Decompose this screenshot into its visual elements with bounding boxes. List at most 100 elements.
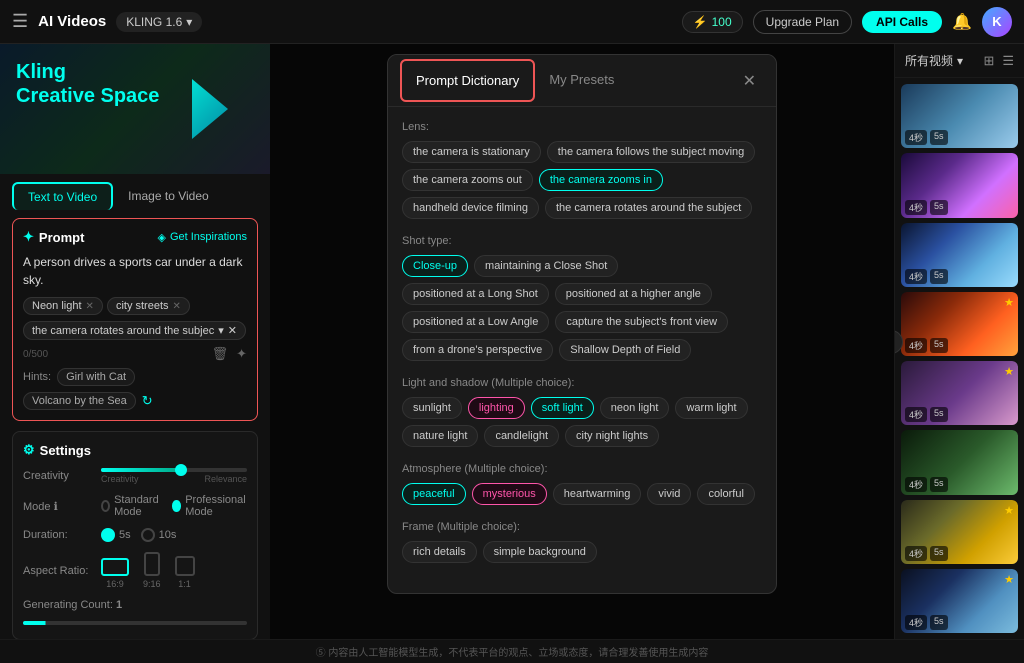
model-selector[interactable]: KLING 1.6 ▾	[116, 12, 202, 32]
dict-tag[interactable]: colorful	[697, 483, 754, 505]
avatar[interactable]: K	[982, 7, 1012, 37]
hints-label: Hints:	[23, 371, 51, 383]
dict-tag[interactable]: Shallow Depth of Field	[559, 339, 691, 361]
gen-count-slider[interactable]	[23, 621, 247, 625]
chevron-icon: ▾	[218, 324, 224, 337]
lens-tags: the camera is stationary the camera foll…	[402, 141, 762, 219]
tag-remove-icon[interactable]: ✕	[173, 301, 181, 312]
prompt-text[interactable]: A person drives a sports car under a dar…	[23, 253, 247, 289]
aspect-16-9[interactable]: 16:9	[101, 558, 129, 589]
magic-prompt-icon[interactable]: ✦	[236, 346, 247, 362]
video-thumb-6[interactable]: 4秒 5s	[901, 430, 1018, 494]
dict-tag-selected[interactable]: soft light	[531, 397, 594, 419]
mode-info-icon[interactable]: ℹ	[54, 501, 58, 513]
tag-city-streets[interactable]: city streets ✕	[107, 297, 190, 315]
dict-tag[interactable]: positioned at a Long Shot	[402, 283, 549, 305]
modal-tab-presets[interactable]: My Presets	[535, 60, 628, 101]
tag-neon-light[interactable]: Neon light ✕	[23, 297, 103, 315]
aspect-9-16[interactable]: 9:16	[143, 552, 161, 589]
left-panel: Kling Creative Space Text to Video Image…	[0, 44, 270, 639]
modal-tab-prompt-dict[interactable]: Prompt Dictionary	[400, 59, 535, 102]
dict-tag[interactable]: the camera rotates around the subject	[545, 197, 752, 219]
video-thumb-1[interactable]: 4秒 5s	[901, 84, 1018, 148]
dict-section-shot-type: Shot type: Close-up maintaining a Close …	[402, 235, 762, 361]
prompt-label-text: Prompt	[39, 230, 85, 245]
dict-section-light: Light and shadow (Multiple choice): sunl…	[402, 377, 762, 447]
aspect-label: Aspect Ratio:	[23, 565, 93, 577]
radio-dot-professional	[172, 500, 182, 512]
dict-tag[interactable]: neon light	[600, 397, 670, 419]
upgrade-button[interactable]: Upgrade Plan	[753, 10, 852, 34]
tag-remove-icon[interactable]: ✕	[228, 324, 237, 337]
notification-bell-icon[interactable]: 🔔	[952, 12, 972, 32]
video-thumb-7[interactable]: 4秒 5s ★	[901, 500, 1018, 564]
dict-tag[interactable]: heartwarming	[553, 483, 642, 505]
dict-tag[interactable]: sunlight	[402, 397, 462, 419]
clear-prompt-icon[interactable]: 🗑	[212, 346, 229, 362]
dict-tag[interactable]: rich details	[402, 541, 477, 563]
video-thumb-4[interactable]: 4秒 5s ★	[901, 292, 1018, 356]
tag-remove-icon[interactable]: ✕	[86, 301, 94, 312]
hero-banner: Kling Creative Space	[0, 44, 270, 174]
creativity-slider[interactable]	[101, 468, 247, 472]
dict-tag[interactable]: vivid	[647, 483, 691, 505]
coins-display: ⚡ 100	[682, 11, 743, 33]
dict-tag-selected[interactable]: the camera zooms in	[539, 169, 663, 191]
modal-tabs: Prompt Dictionary My Presets ✕	[388, 55, 776, 107]
radio-professional-mode[interactable]: Professional Mode	[172, 494, 249, 518]
tab-image-to-video[interactable]: Image to Video	[113, 182, 224, 210]
frame-tags: rich details simple background	[402, 541, 762, 563]
video-thumb-8[interactable]: 4秒 5s ★	[901, 569, 1018, 633]
video-thumb-5[interactable]: 4秒 5s ★	[901, 361, 1018, 425]
dict-tag[interactable]: capture the subject's front view	[555, 311, 728, 333]
modal-body: Lens: the camera is stationary the camer…	[388, 107, 776, 593]
dict-tag-selected[interactable]: peaceful	[402, 483, 466, 505]
dict-tag[interactable]: city night lights	[565, 425, 659, 447]
dict-tag[interactable]: positioned at a Low Angle	[402, 311, 549, 333]
dict-tag[interactable]: the camera zooms out	[402, 169, 533, 191]
dict-tag[interactable]: nature light	[402, 425, 478, 447]
dict-tag[interactable]: the camera follows the subject moving	[547, 141, 755, 163]
char-count-row: 0/500 🗑 ✦	[23, 346, 247, 362]
dict-tag-selected[interactable]: Close-up	[402, 255, 468, 277]
radio-dot-standard	[101, 500, 110, 512]
dict-tag[interactable]: the camera is stationary	[402, 141, 541, 163]
dict-tag[interactable]: from a drone's perspective	[402, 339, 553, 361]
right-header-icons: ⊞ ☰	[983, 53, 1014, 69]
video-thumb-2[interactable]: 4秒 5s	[901, 153, 1018, 217]
hint-chip-1[interactable]: Girl with Cat	[57, 368, 135, 386]
menu-icon[interactable]: ☰	[12, 11, 28, 32]
modal-close-button[interactable]: ✕	[735, 63, 764, 99]
dict-tag-selected[interactable]: lighting	[468, 397, 525, 419]
api-calls-button[interactable]: API Calls	[862, 11, 942, 33]
dict-tag[interactable]: positioned at a higher angle	[555, 283, 712, 305]
dict-tag[interactable]: maintaining a Close Shot	[474, 255, 618, 277]
all-videos-label[interactable]: 所有视频 ▾	[905, 52, 963, 69]
center-area: Prompt Dictionary My Presets ✕ Lens: the…	[270, 44, 894, 639]
atmosphere-tags: peaceful mysterious heartwarming vivid c…	[402, 483, 762, 505]
dict-tag-selected[interactable]: mysterious	[472, 483, 547, 505]
aspect-shape-1-1	[175, 556, 195, 576]
get-inspirations-button[interactable]: ◈ Get Inspirations	[157, 231, 247, 244]
video-star-icon: ★	[1004, 296, 1014, 309]
dict-tag[interactable]: simple background	[483, 541, 597, 563]
tag-camera-dropdown[interactable]: the camera rotates around the subjec ▾ ✕	[23, 321, 246, 340]
aspect-1-1[interactable]: 1:1	[175, 556, 195, 589]
duration-10s[interactable]: 10s	[141, 528, 177, 542]
radio-standard-mode[interactable]: Standard Mode	[101, 494, 162, 518]
video-thumb-3[interactable]: 4秒 5s	[901, 223, 1018, 287]
dict-tag[interactable]: warm light	[675, 397, 747, 419]
duration-5s[interactable]: 5s	[101, 528, 131, 542]
dict-tag[interactable]: candlelight	[484, 425, 559, 447]
light-tags: sunlight lighting soft light neon light …	[402, 397, 762, 447]
gen-count-row: Generating Count: 1	[23, 599, 247, 611]
tab-text-to-video[interactable]: Text to Video	[12, 182, 113, 210]
creativity-row: Creativity Creativity Relevance	[23, 468, 247, 484]
hint-chip-2[interactable]: Volcano by the Sea	[23, 392, 136, 410]
list-view-icon[interactable]: ☰	[1002, 53, 1014, 69]
hints-refresh-icon[interactable]: ↻	[142, 393, 153, 409]
grid-view-icon[interactable]: ⊞	[983, 53, 994, 69]
dict-tag[interactable]: handheld device filming	[402, 197, 539, 219]
duration-row: Duration: 5s 10s	[23, 528, 247, 542]
video-star-icon: ★	[1004, 365, 1014, 378]
